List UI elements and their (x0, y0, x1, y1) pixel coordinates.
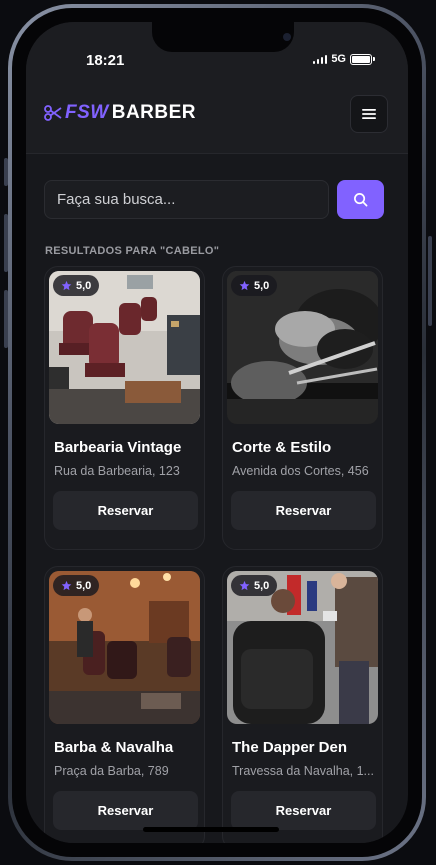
app-header: FSW BARBER (26, 76, 408, 154)
barbershop-name: The Dapper Den (232, 739, 348, 756)
reserve-button[interactable]: Reservar (231, 491, 376, 530)
phone-frame: 18:21 5G FSW BARBER Faça sua busca... RE… (8, 4, 426, 861)
reserve-button[interactable]: Reservar (53, 491, 198, 530)
barbershop-address: Avenida dos Cortes, 456 (232, 464, 369, 478)
status-bar: 18:21 5G (26, 22, 408, 76)
barbershop-name: Corte & Estilo (232, 439, 332, 456)
reserve-button[interactable]: Reservar (53, 791, 198, 830)
star-icon (239, 280, 250, 291)
rating-value: 5,0 (254, 579, 270, 592)
reserve-button[interactable]: Reservar (231, 791, 376, 830)
barbershop-card: 5,0 Barbearia Vintage Rua da Barbearia, … (44, 266, 205, 550)
notch (152, 22, 294, 52)
rating-badge: 5,0 (231, 575, 278, 596)
search-input[interactable] (44, 180, 329, 219)
barbershop-address: Rua da Barbearia, 123 (54, 464, 180, 478)
logo[interactable]: FSW BARBER (44, 102, 196, 124)
search-icon (354, 193, 368, 207)
barbershop-name: Barbearia Vintage (54, 439, 182, 456)
rating-value: 5,0 (76, 579, 92, 592)
menu-button[interactable] (350, 95, 388, 133)
menu-icon (362, 109, 376, 119)
star-icon (239, 580, 250, 591)
rating-badge: 5,0 (53, 275, 100, 296)
phone-side-button (428, 236, 432, 326)
logo-text: BARBER (111, 102, 196, 123)
barbershop-address: Praça da Barba, 789 (54, 764, 169, 778)
rating-badge: 5,0 (53, 575, 100, 596)
network-label: 5G (331, 53, 346, 65)
phone-bezel: 18:21 5G FSW BARBER Faça sua busca... RE… (12, 8, 422, 857)
camera-icon (283, 33, 291, 41)
star-icon (61, 280, 72, 291)
star-icon (61, 580, 72, 591)
app-screen: 18:21 5G FSW BARBER Faça sua busca... RE… (26, 22, 408, 843)
barbershop-name: Barba & Navalha (54, 739, 174, 756)
barbershop-card: 5,0 Corte & Estilo Avenida dos Cortes, 4… (222, 266, 383, 550)
barbershop-address: Travessa da Navalha, 1... (232, 764, 374, 778)
results-heading: RESULTADOS PARA "CABELO" (45, 245, 220, 257)
barbershop-card: 5,0 The Dapper Den Travessa da Navalha, … (222, 566, 383, 843)
logo-mark: FSW (65, 102, 109, 123)
rating-badge: 5,0 (231, 275, 278, 296)
battery-icon (350, 53, 375, 65)
status-indicators: 5G (312, 53, 375, 65)
search-button[interactable] (337, 180, 384, 219)
rating-value: 5,0 (76, 279, 92, 292)
barbershop-card: 5,0 Barba & Navalha Praça da Barba, 789 … (44, 566, 205, 843)
signal-icon (312, 54, 328, 64)
home-indicator[interactable] (143, 827, 279, 832)
status-time: 18:21 (86, 52, 125, 69)
scissors-icon (44, 105, 62, 121)
rating-value: 5,0 (254, 279, 270, 292)
